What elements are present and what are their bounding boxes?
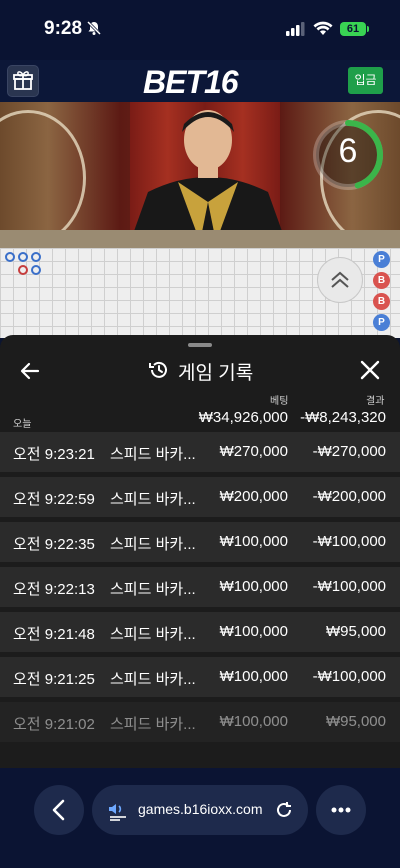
- road-dot-player: [18, 252, 28, 262]
- row-game: 스피드 바카...: [110, 536, 196, 553]
- table-row[interactable]: 오전 9:23:21 스피드 바카... ₩270,000 -₩270,000: [0, 432, 400, 472]
- today-label: 오늘: [13, 419, 32, 430]
- countdown-number: 6: [338, 132, 358, 170]
- cell-signal-icon: [286, 22, 306, 41]
- road-dot-tie: [31, 265, 41, 275]
- battery-icon: [367, 26, 369, 32]
- back-button[interactable]: [18, 359, 42, 383]
- gift-icon: [8, 71, 38, 100]
- url-text: games.b16ioxx.com: [138, 801, 263, 817]
- row-result: -₩100,000: [312, 668, 386, 685]
- live-video[interactable]: 6: [0, 102, 400, 248]
- close-icon: [359, 360, 381, 385]
- row-time: 오전 9:23:21: [13, 446, 95, 463]
- lattice-window-left: [0, 110, 86, 246]
- history-icon: [148, 359, 170, 386]
- row-time: 오전 9:22:35: [13, 536, 95, 553]
- row-game: 스피드 바카...: [110, 446, 196, 463]
- more-dots-icon: [316, 807, 366, 839]
- row-game: 스피드 바카...: [110, 716, 196, 733]
- arrow-left-icon: [18, 362, 42, 387]
- bell-muted-icon: [86, 20, 102, 41]
- browser-toolbar: games.b16ioxx.com: [0, 768, 400, 868]
- game-table: [0, 230, 400, 248]
- row-result: ₩95,000: [325, 623, 386, 640]
- chevron-left-icon: [34, 799, 84, 839]
- battery-level: 61: [340, 22, 366, 36]
- row-result: ₩95,000: [325, 713, 386, 730]
- brand-logo[interactable]: BET16: [143, 64, 239, 101]
- table-row[interactable]: 오전 9:22:13 스피드 바카... ₩100,000 -₩100,000: [0, 567, 400, 607]
- road-dot-player: [5, 252, 15, 262]
- table-row[interactable]: 오전 9:22:35 스피드 바카... ₩100,000 -₩100,000: [0, 522, 400, 562]
- row-time: 오전 9:21:25: [13, 671, 95, 688]
- row-game: 스피드 바카...: [110, 626, 196, 643]
- address-bar[interactable]: games.b16ioxx.com: [92, 785, 308, 835]
- table-row[interactable]: 오전 9:21:48 스피드 바카... ₩100,000 ₩95,000: [0, 612, 400, 652]
- bet-column-label: 베팅: [270, 396, 289, 407]
- row-game: 스피드 바카...: [110, 491, 196, 508]
- reload-icon[interactable]: [274, 800, 294, 825]
- game-history-sheet: 게임 기록 베팅 결과 오늘 ₩34,926,000 -₩8,243,320 오…: [0, 335, 400, 768]
- status-bar: 9:28 61: [0, 0, 400, 60]
- roadmap: PBBP: [0, 248, 400, 338]
- result-column-label: 결과: [366, 396, 385, 407]
- road-dot-banker: [18, 265, 28, 275]
- prediction-badge: B: [373, 272, 390, 289]
- gift-button[interactable]: [7, 65, 39, 97]
- expand-roadmap-button[interactable]: [317, 257, 363, 303]
- row-time: 오전 9:21:02: [13, 716, 95, 733]
- row-bet: ₩200,000: [219, 488, 288, 505]
- prediction-badge: B: [373, 293, 390, 310]
- table-row[interactable]: 오전 9:22:59 스피드 바카... ₩200,000 -₩200,000: [0, 477, 400, 517]
- row-bet: ₩100,000: [219, 713, 288, 730]
- row-result: -₩200,000: [312, 488, 386, 505]
- audio-reader-icon[interactable]: [106, 798, 130, 827]
- row-time: 오전 9:22:13: [13, 581, 95, 598]
- browser-back-button[interactable]: [34, 785, 84, 835]
- row-bet: ₩100,000: [219, 623, 288, 640]
- prediction-badge: P: [373, 251, 390, 268]
- row-game: 스피드 바카...: [110, 671, 196, 688]
- row-result: -₩100,000: [312, 533, 386, 550]
- sheet-title: 게임 기록: [178, 363, 254, 384]
- close-button[interactable]: [359, 359, 381, 381]
- wifi-icon: [313, 21, 333, 41]
- table-row[interactable]: 오전 9:21:02 스피드 바카... ₩100,000 ₩95,000: [0, 702, 400, 742]
- row-bet: ₩270,000: [219, 443, 288, 460]
- row-bet: ₩100,000: [219, 533, 288, 550]
- row-time: 오전 9:22:59: [13, 491, 95, 508]
- dealer: [128, 110, 288, 248]
- status-time: 9:28: [44, 18, 83, 39]
- chevron-up-icon: [318, 271, 362, 306]
- top-nav: BET16 입금: [0, 60, 400, 102]
- total-bet: ₩34,926,000: [198, 409, 288, 426]
- row-result: -₩100,000: [312, 578, 386, 595]
- row-result: -₩270,000: [312, 443, 386, 460]
- more-options-button[interactable]: [316, 785, 366, 835]
- prediction-badge: P: [373, 314, 390, 331]
- row-bet: ₩100,000: [219, 668, 288, 685]
- row-time: 오전 9:21:48: [13, 626, 95, 643]
- deposit-button[interactable]: 입금: [348, 67, 383, 94]
- row-bet: ₩100,000: [219, 578, 288, 595]
- row-game: 스피드 바카...: [110, 581, 196, 598]
- sheet-grabber[interactable]: [188, 343, 212, 347]
- total-result: -₩8,243,320: [300, 409, 386, 426]
- table-row[interactable]: 오전 9:21:25 스피드 바카... ₩100,000 -₩100,000: [0, 657, 400, 697]
- road-dot-player: [31, 252, 41, 262]
